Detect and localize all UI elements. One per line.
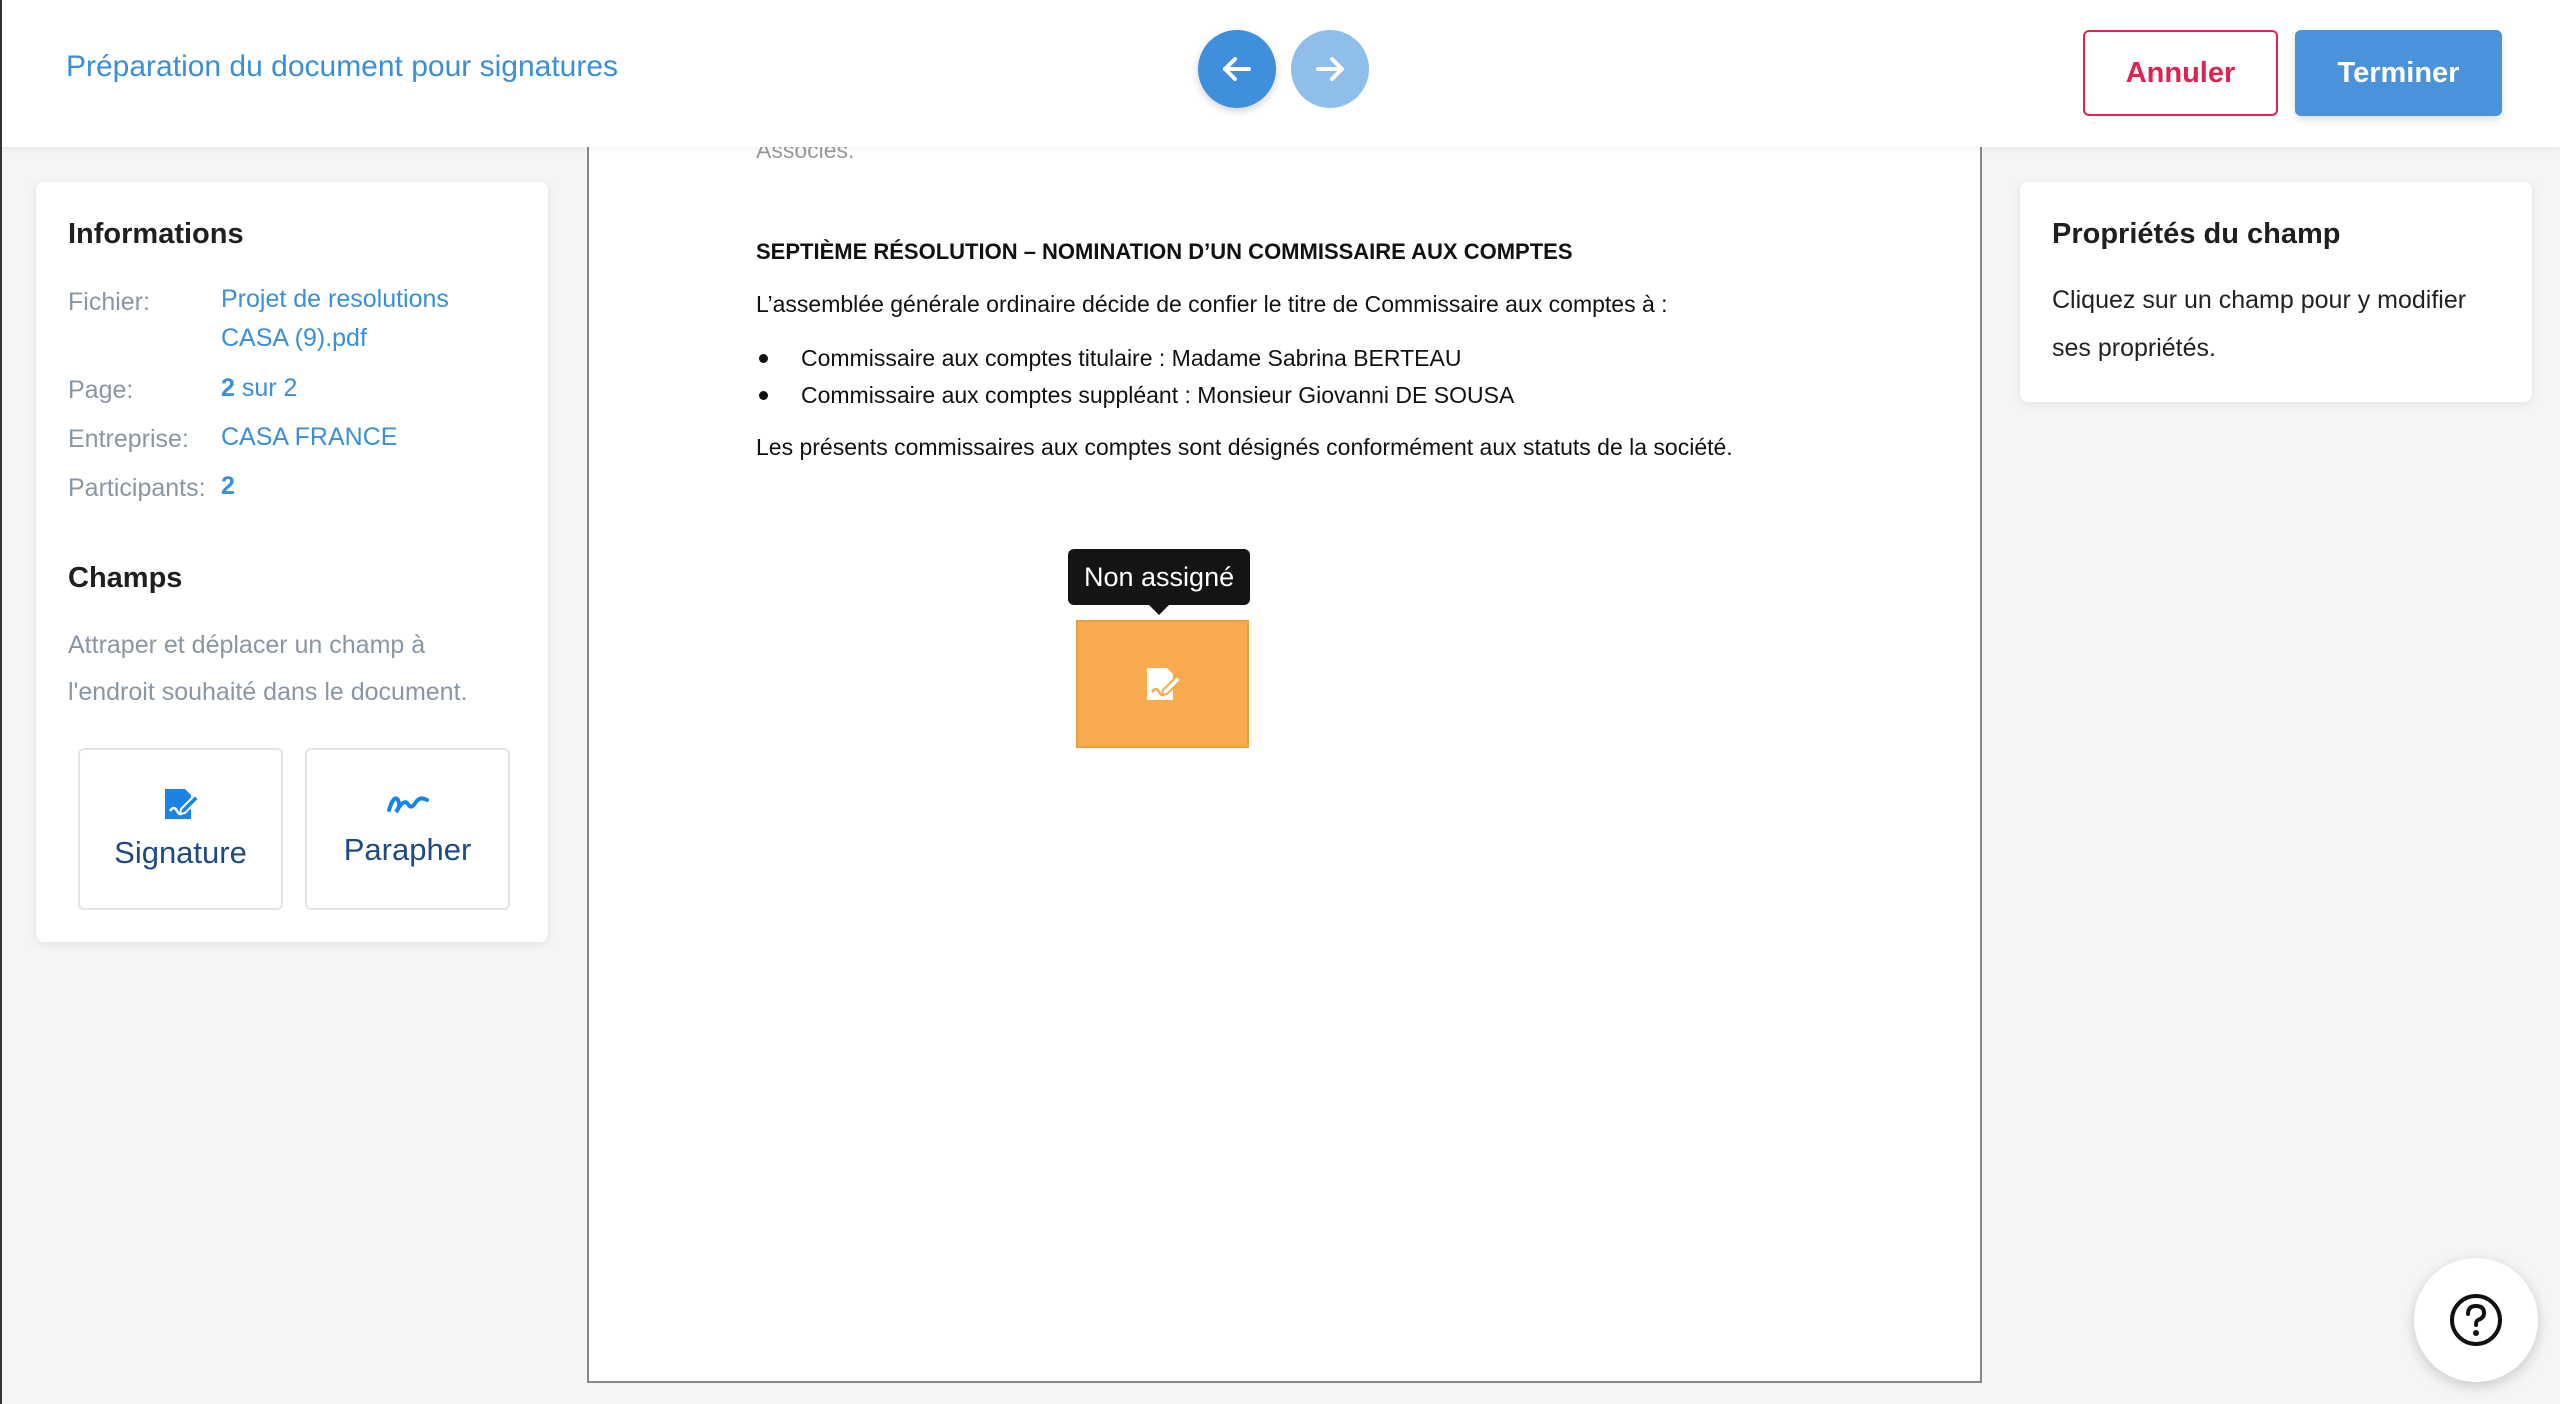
document-page[interactable]: Associés. SEPTIÈME RÉSOLUTION – NOMINATI… [587,137,1982,1383]
page-title: Préparation du document pour signatures [66,50,619,83]
previous-page-button[interactable] [1198,30,1276,108]
finish-button[interactable]: Terminer [2295,30,2502,116]
document-heading: SEPTIÈME RÉSOLUTION – NOMINATION D’UN CO… [756,239,1573,264]
arrow-right-icon [1316,57,1344,81]
participants-label: Participants: [68,474,206,502]
company-value: CASA FRANCE [221,423,398,451]
info-heading: Informations [68,218,244,250]
file-label: Fichier: [68,288,150,316]
document-bullet: Commissaire aux comptes titulaire : Mada… [758,345,1462,371]
champs-heading: Champs [68,562,183,594]
signature-icon [1146,668,1182,700]
properties-description: Cliquez sur un champ pour y modifier ses… [2052,286,2467,362]
page-value: 2 sur 2 [221,369,297,408]
file-value[interactable]: Projet de resolutions CASA (9).pdf [221,280,449,358]
page-total: sur 2 [234,374,298,402]
cancel-button[interactable]: Annuler [2083,30,2278,116]
signature-field-card[interactable]: Signature [78,748,283,910]
next-page-button[interactable] [1291,30,1369,108]
arrow-left-icon [1223,57,1251,81]
placed-signature-field[interactable] [1076,620,1249,748]
document-closing: Les présents commissaires aux comptes so… [756,434,1733,460]
champs-description: Attraper et déplacer un champ à l'endroi… [68,631,468,706]
properties-panel: Propriétés du champ Cliquez sur un champ… [2020,182,2532,402]
company-label: Entreprise: [68,425,189,453]
help-button[interactable] [2414,1258,2538,1382]
file-value-line1: Projet de resolutions [221,285,449,313]
paraph-field-card[interactable]: Parapher [305,748,510,910]
signature-icon [164,789,200,819]
signature-card-label: Signature [114,835,247,870]
participants-value: 2 [221,472,235,500]
paraph-icon [386,796,429,814]
question-icon [2450,1294,2502,1346]
page-current: 2 [221,374,235,402]
field-tooltip: Non assigné [1068,549,1251,615]
top-bar: Préparation du document pour signatures … [2,0,2560,147]
file-value-line2: CASA (9).pdf [221,324,367,352]
document-bullet: Commissaire aux comptes suppléant : Mons… [758,382,1515,408]
paraph-card-label: Parapher [343,832,472,867]
info-panel: Informations Fichier: Projet de resoluti… [36,182,548,942]
document-intro: L’assemblée générale ordinaire décide de… [756,291,1668,317]
page-label: Page: [68,376,134,404]
properties-heading: Propriétés du champ [2052,218,2341,250]
app-window: Préparation du document pour signatures … [0,0,2560,1404]
